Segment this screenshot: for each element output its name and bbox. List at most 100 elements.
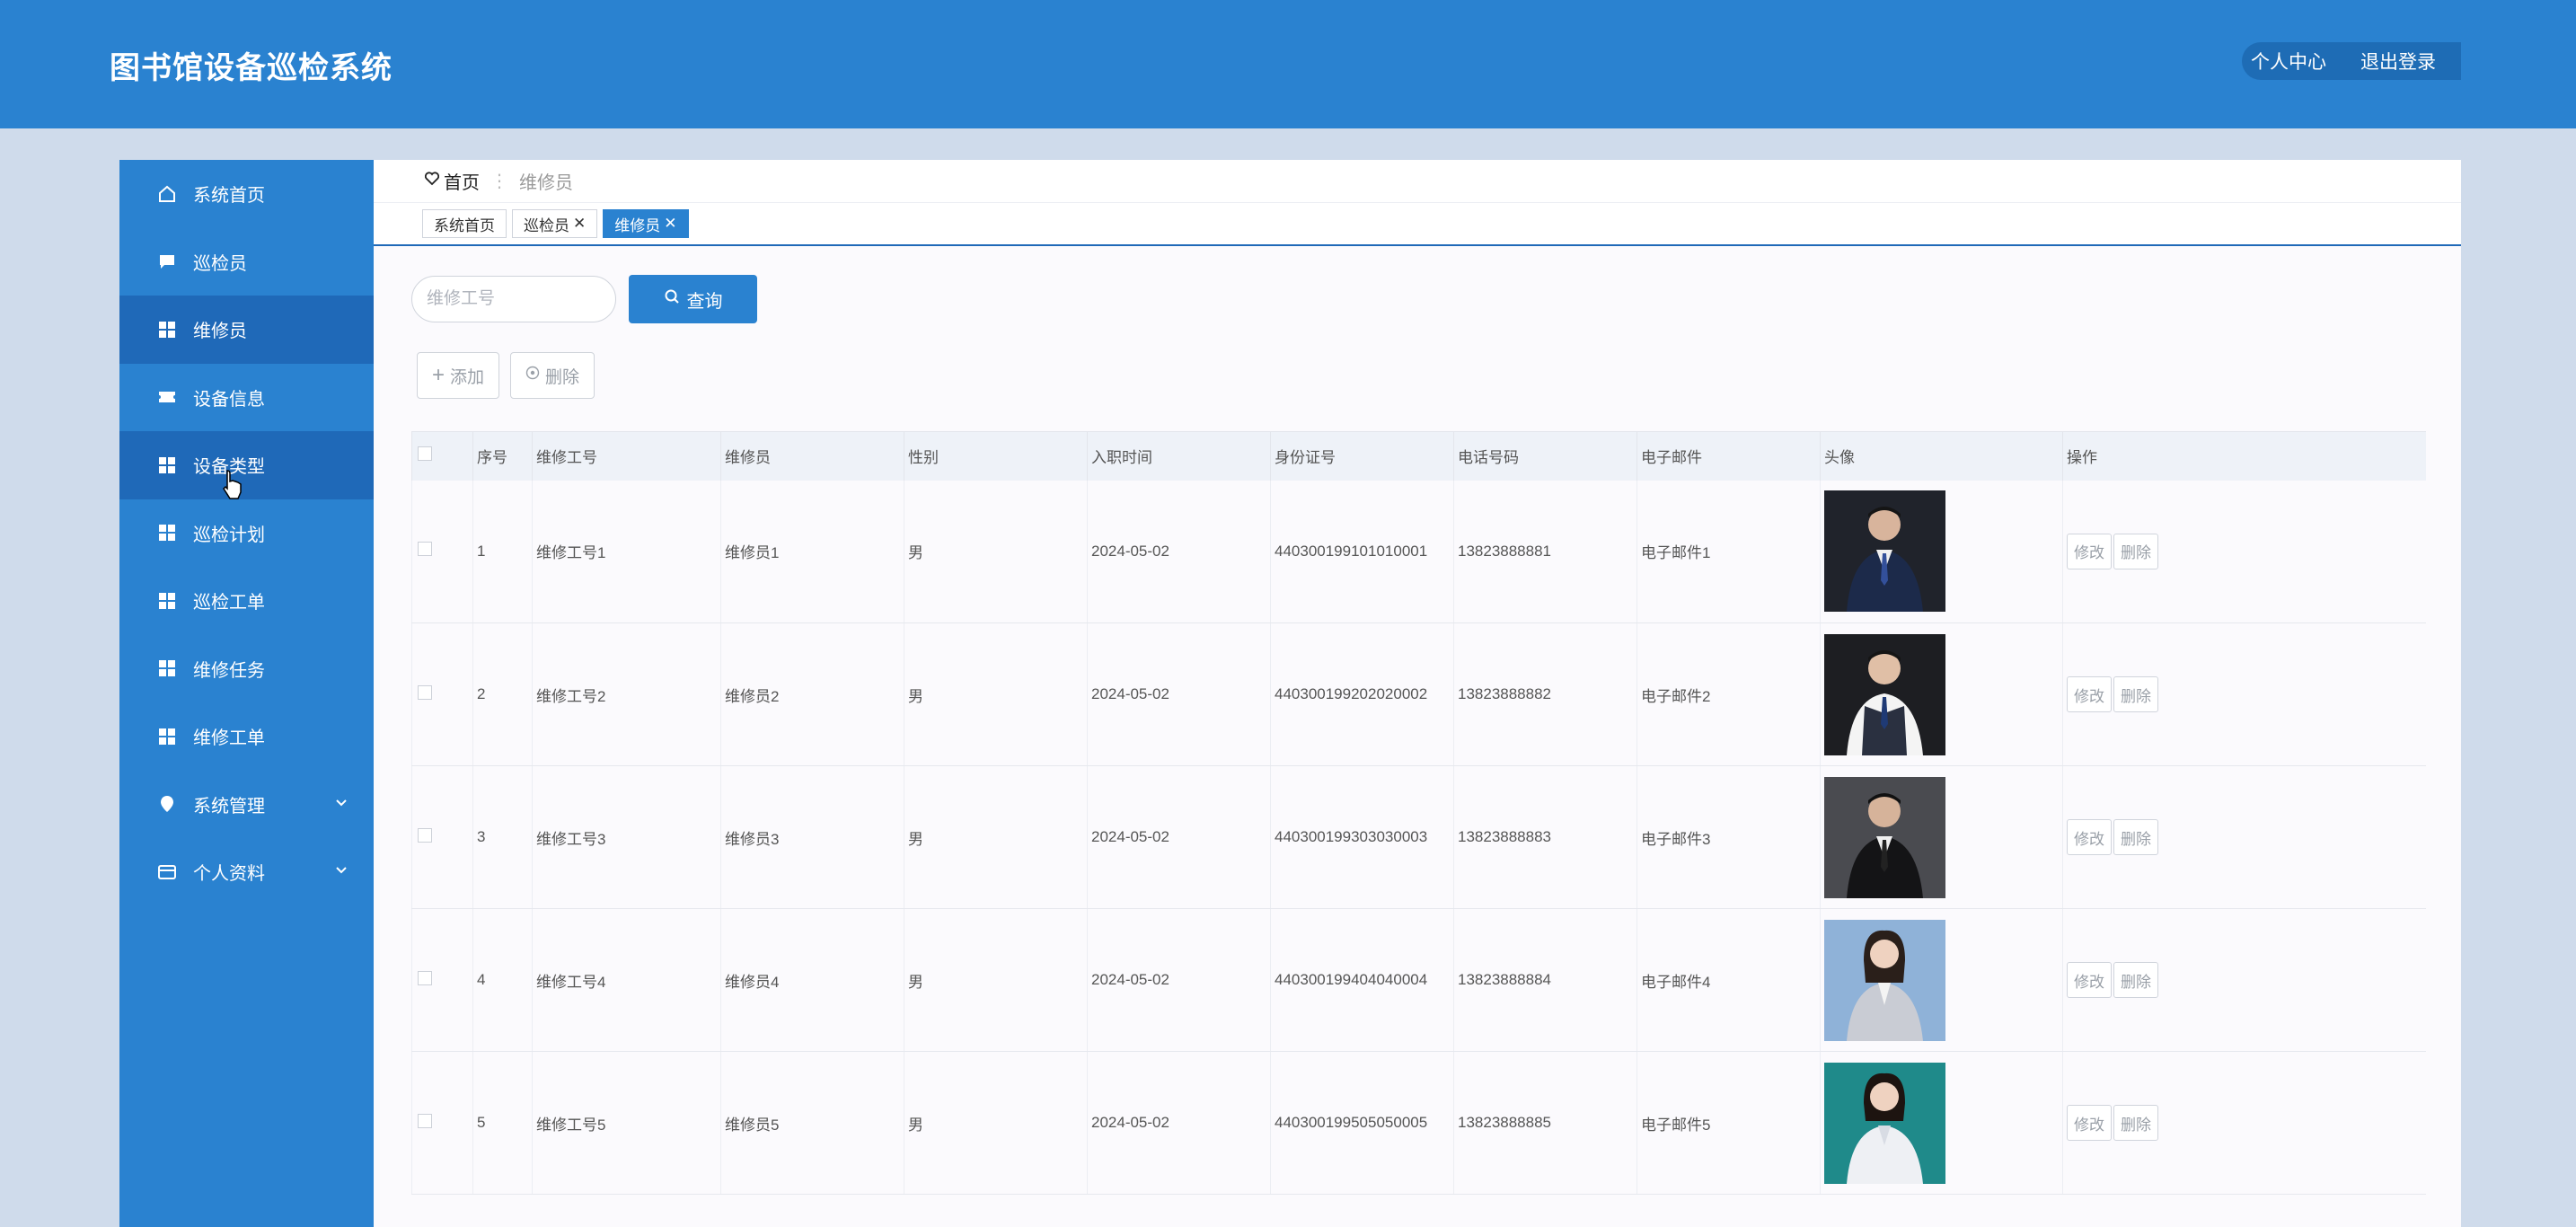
table-row: 4 维修工号4 维修员4 男 2024-05-02 440300199404040004 1… [411,908,2426,1052]
sidebar-item-label: 设备信息 [193,389,265,410]
close-icon[interactable]: ✕ [664,215,676,233]
sidebar-item-inspection-plan[interactable]: 巡检计划 [119,499,374,568]
edit-button[interactable]: 修改 [2067,1105,2112,1141]
chevron-down-icon [334,861,348,882]
avatar [1824,633,1945,755]
grid-icon [157,591,177,611]
close-icon[interactable]: ✕ [573,215,586,233]
select-all-checkbox-cell[interactable] [411,431,473,481]
edit-button[interactable]: 修改 [2067,533,2112,569]
avatar [1824,1062,1945,1184]
cell-date: 2024-05-02 [1087,480,1271,623]
cell-index: 3 [472,765,533,909]
tab-label: 维修员 [614,216,661,234]
ticket-icon [157,387,177,407]
tab-inspector[interactable]: 巡检员 ✕ [512,209,598,238]
grid-icon [157,727,177,746]
grid-icon [157,455,177,475]
edit-button[interactable]: 修改 [2067,819,2112,855]
cell-name: 维修员4 [720,908,904,1052]
delete-row-button[interactable]: 删除 [2113,533,2158,569]
cell-actions: 修改 删除 [2062,1051,2426,1195]
column-header: 头像 [1820,431,2063,481]
row-checkbox[interactable] [418,542,432,557]
row-checkbox-cell[interactable] [411,765,473,909]
cell-index: 1 [472,480,533,623]
profile-link[interactable]: 个人中心 [2251,48,2326,75]
delete-row-button[interactable]: 删除 [2113,1105,2158,1141]
repairer-table: 序号 维修工号 维修员 性别 入职时间 身份证号 电话号码 电子邮件 头像 操作… [411,431,2426,1195]
delete-circle-icon [525,366,540,385]
cell-gender: 男 [904,765,1088,909]
cell-phone: 13823888882 [1453,622,1637,766]
cell-date: 2024-05-02 [1087,622,1271,766]
row-checkbox[interactable] [418,827,432,843]
sidebar-item-system-management[interactable]: 系统管理 [119,771,374,839]
cell-id-no: 440300199505050005 [1270,1051,1454,1195]
sidebar-item-repair-order[interactable]: 维修工单 [119,702,374,771]
grid-icon [157,658,177,678]
row-checkbox[interactable] [418,970,432,985]
batch-delete-button[interactable]: 删除 [510,352,595,399]
cell-index: 5 [472,1051,533,1195]
row-checkbox-cell[interactable] [411,908,473,1052]
sidebar-item-inspector[interactable]: 巡检员 [119,228,374,296]
cell-id-no: 440300199101010001 [1270,480,1454,623]
cell-date: 2024-05-02 [1087,908,1271,1052]
row-checkbox-cell[interactable] [411,480,473,623]
grid-icon [157,523,177,543]
add-button[interactable]: + 添加 [417,352,500,399]
repair-code-search-input[interactable] [411,276,616,322]
query-label: 查询 [686,291,723,312]
logout-link[interactable]: 退出登录 [2360,48,2436,75]
edit-button[interactable]: 修改 [2067,962,2112,998]
search-bar: 查询 [411,275,757,323]
avatar [1824,490,1945,613]
column-header: 电子邮件 [1636,431,1821,481]
cell-index: 2 [472,622,533,766]
tab-label: 巡检员 [524,216,569,234]
column-header: 身份证号 [1270,431,1454,481]
sidebar-item-personal-info[interactable]: 个人资料 [119,838,374,906]
select-all-checkbox[interactable] [418,446,432,462]
cell-email: 电子邮件3 [1636,765,1821,909]
sidebar-item-home[interactable]: 系统首页 [119,160,374,228]
tab-repairer[interactable]: 维修员 ✕ [603,209,689,238]
cell-actions: 修改 删除 [2062,480,2426,623]
table-row: 1 维修工号1 维修员1 男 2024-05-02 440300199101010001 1… [411,480,2426,623]
heart-icon [424,171,440,192]
query-button[interactable]: 查询 [629,275,757,323]
chevron-down-icon [334,794,348,815]
cell-name: 维修员5 [720,1051,904,1195]
column-header: 维修工号 [532,431,721,481]
edit-button[interactable]: 修改 [2067,676,2112,712]
sidebar-item-device-type[interactable]: 设备类型 [119,431,374,499]
sidebar-item-label: 个人资料 [193,864,265,885]
sidebar-item-label: 维修任务 [193,660,265,681]
sidebar-item-repair-task[interactable]: 维修任务 [119,635,374,703]
sidebar-item-label: 维修工单 [193,728,265,749]
sidebar-item-label: 系统管理 [193,796,265,817]
cell-name: 维修员2 [720,622,904,766]
sidebar-item-label: 巡检计划 [193,525,265,545]
row-checkbox-cell[interactable] [411,622,473,766]
delete-row-button[interactable]: 删除 [2113,962,2158,998]
row-checkbox-cell[interactable] [411,1051,473,1195]
cell-code: 维修工号1 [532,480,721,623]
delete-row-button[interactable]: 删除 [2113,676,2158,712]
sidebar-item-inspection-order[interactable]: 巡检工单 [119,567,374,635]
main-content: 首页 ⋮ 维修员 系统首页 巡检员 ✕ 维修员 ✕ 查询 + 添加 [374,160,2461,1227]
row-checkbox[interactable] [418,684,432,700]
table-row: 2 维修工号2 维修员2 男 2024-05-02 440300199202020002 1… [411,622,2426,766]
tab-home[interactable]: 系统首页 [422,209,507,238]
delete-row-button[interactable]: 删除 [2113,819,2158,855]
cell-id-no: 440300199303030003 [1270,765,1454,909]
breadcrumb-home[interactable]: 首页 [444,168,480,194]
table-header-row: 序号 维修工号 维修员 性别 入职时间 身份证号 电话号码 电子邮件 头像 操作 [411,431,2426,481]
sidebar-item-repairer[interactable]: 维修员 [119,296,374,364]
row-checkbox[interactable] [418,1113,432,1128]
cell-avatar [1820,765,2063,909]
cell-email: 电子邮件4 [1636,908,1821,1052]
sidebar-item-device-info[interactable]: 设备信息 [119,364,374,432]
cell-phone: 13823888884 [1453,908,1637,1052]
